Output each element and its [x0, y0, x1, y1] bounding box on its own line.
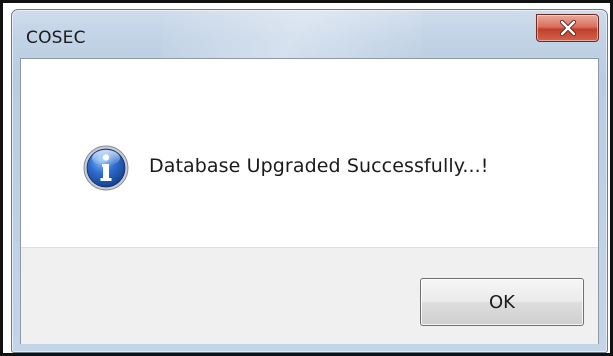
- close-icon: [559, 19, 576, 37]
- information-icon: [83, 145, 129, 191]
- screenshot-frame: COSEC Database Upgraded Successfully...!…: [0, 0, 613, 356]
- window-title: COSEC: [26, 28, 86, 48]
- button-bar: OK: [21, 247, 598, 344]
- close-button[interactable]: [536, 14, 599, 42]
- message-text: Database Upgraded Successfully...!: [149, 155, 489, 177]
- message-dialog: COSEC Database Upgraded Successfully...!…: [11, 9, 608, 353]
- dialog-content: Database Upgraded Successfully...! OK: [20, 58, 599, 344]
- ok-button[interactable]: OK: [420, 278, 584, 326]
- message-area: Database Upgraded Successfully...!: [21, 59, 598, 247]
